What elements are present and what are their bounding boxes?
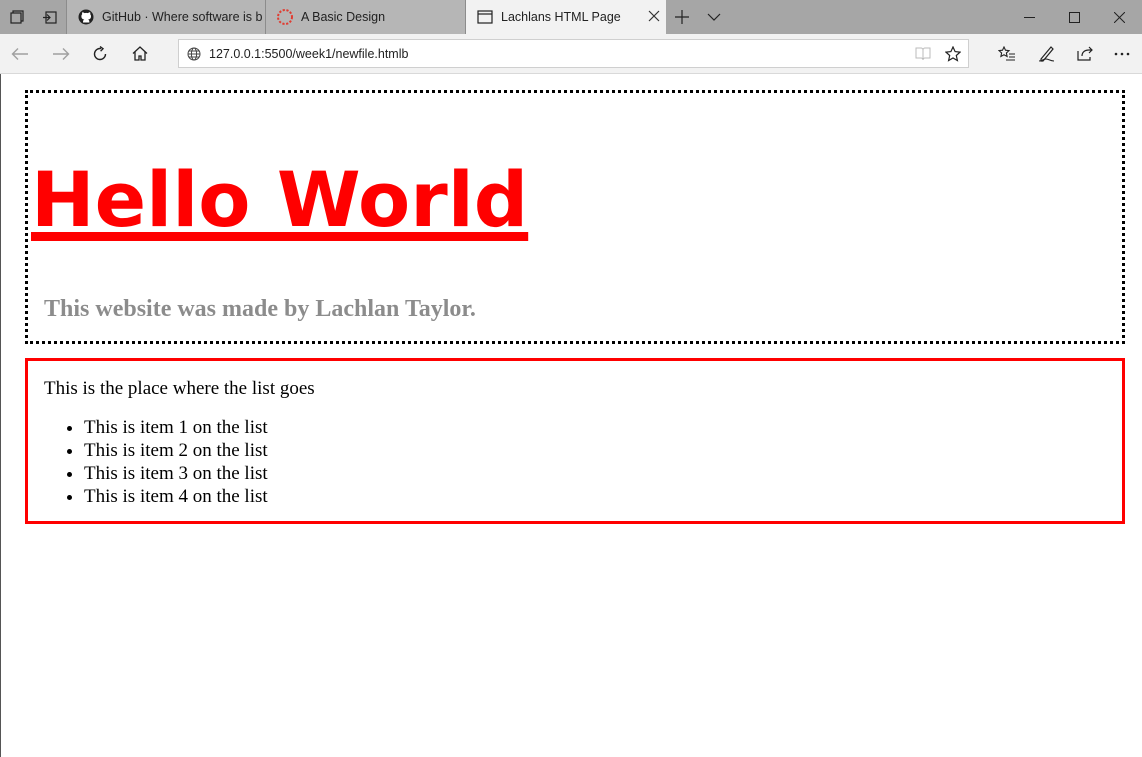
globe-icon (187, 47, 201, 61)
tab-title: A Basic Design (301, 10, 386, 24)
list-item: This is item 2 on the list (84, 439, 268, 462)
new-tab-button[interactable] (666, 0, 698, 34)
reading-view-button[interactable] (908, 40, 938, 67)
plus-icon (675, 10, 689, 24)
page-icon (476, 8, 494, 26)
maximize-button[interactable] (1052, 0, 1097, 34)
close-window-button[interactable] (1097, 0, 1142, 34)
list-item: This is item 1 on the list (84, 416, 268, 439)
forward-arrow-icon (53, 47, 70, 60)
home-button[interactable] (120, 34, 160, 73)
list-item: This is item 3 on the list (84, 462, 268, 485)
add-notes-button[interactable] (1026, 34, 1066, 73)
tab-title: GitHub · Where software is b (102, 10, 263, 24)
tab-title: Lachlans HTML Page (501, 10, 621, 24)
tab-a-basic-design[interactable]: A Basic Design (266, 0, 466, 34)
pen-icon (1038, 46, 1054, 62)
tab-github[interactable]: GitHub · Where software is b (66, 0, 266, 34)
refresh-icon (93, 45, 107, 60)
tab-lachlans-html-page[interactable]: Lachlans HTML Page (466, 0, 666, 34)
tab-strip: GitHub · Where software is b A Basic Des… (0, 0, 1142, 34)
favorite-button[interactable] (938, 40, 968, 67)
list-section: This is the place where the list goes Th… (25, 358, 1125, 524)
page-viewport: Hello World This website was made by Lac… (0, 74, 1142, 757)
list-item: This is item 4 on the list (84, 485, 268, 508)
star-icon (945, 45, 961, 62)
close-icon (1114, 11, 1125, 23)
close-tab-icon[interactable] (648, 10, 660, 25)
favorites-list-icon (997, 46, 1015, 61)
page-heading: Hello World (31, 155, 529, 244)
navigation-bar: 127.0.0.1:5500/week1/newfile.htmlb (0, 34, 1142, 74)
back-button[interactable] (0, 34, 40, 73)
home-icon (132, 46, 148, 61)
share-icon (1076, 46, 1093, 61)
tab-actions-button[interactable] (0, 0, 33, 34)
refresh-button[interactable] (80, 34, 120, 73)
more-options-button[interactable] (1102, 34, 1142, 73)
tab-preview-toggle-button[interactable] (698, 0, 730, 34)
minimize-button[interactable] (1007, 0, 1052, 34)
item-list: This is item 1 on the list This is item … (44, 416, 268, 508)
loading-spinner-icon (276, 8, 294, 26)
share-button[interactable] (1065, 34, 1105, 73)
tab-preview-icon (9, 10, 24, 24)
url-text: 127.0.0.1:5500/week1/newfile.htmlb (209, 46, 409, 61)
back-arrow-icon (11, 47, 28, 60)
maximize-icon (1069, 11, 1080, 23)
header-section: Hello World This website was made by Lac… (25, 90, 1125, 344)
address-bar[interactable]: 127.0.0.1:5500/week1/newfile.htmlb (178, 39, 969, 68)
github-icon (77, 8, 95, 26)
ellipsis-icon (1114, 52, 1130, 55)
forward-button[interactable] (41, 34, 81, 73)
list-intro-text: This is the place where the list goes (44, 378, 315, 399)
set-tabs-aside-button[interactable] (33, 0, 66, 34)
set-aside-icon (43, 10, 57, 24)
chevron-down-icon (707, 13, 721, 21)
favorites-hub-button[interactable] (986, 34, 1026, 73)
reading-view-icon (915, 47, 931, 60)
author-byline: This website was made by Lachlan Taylor. (44, 296, 476, 322)
minimize-icon (1024, 16, 1035, 18)
